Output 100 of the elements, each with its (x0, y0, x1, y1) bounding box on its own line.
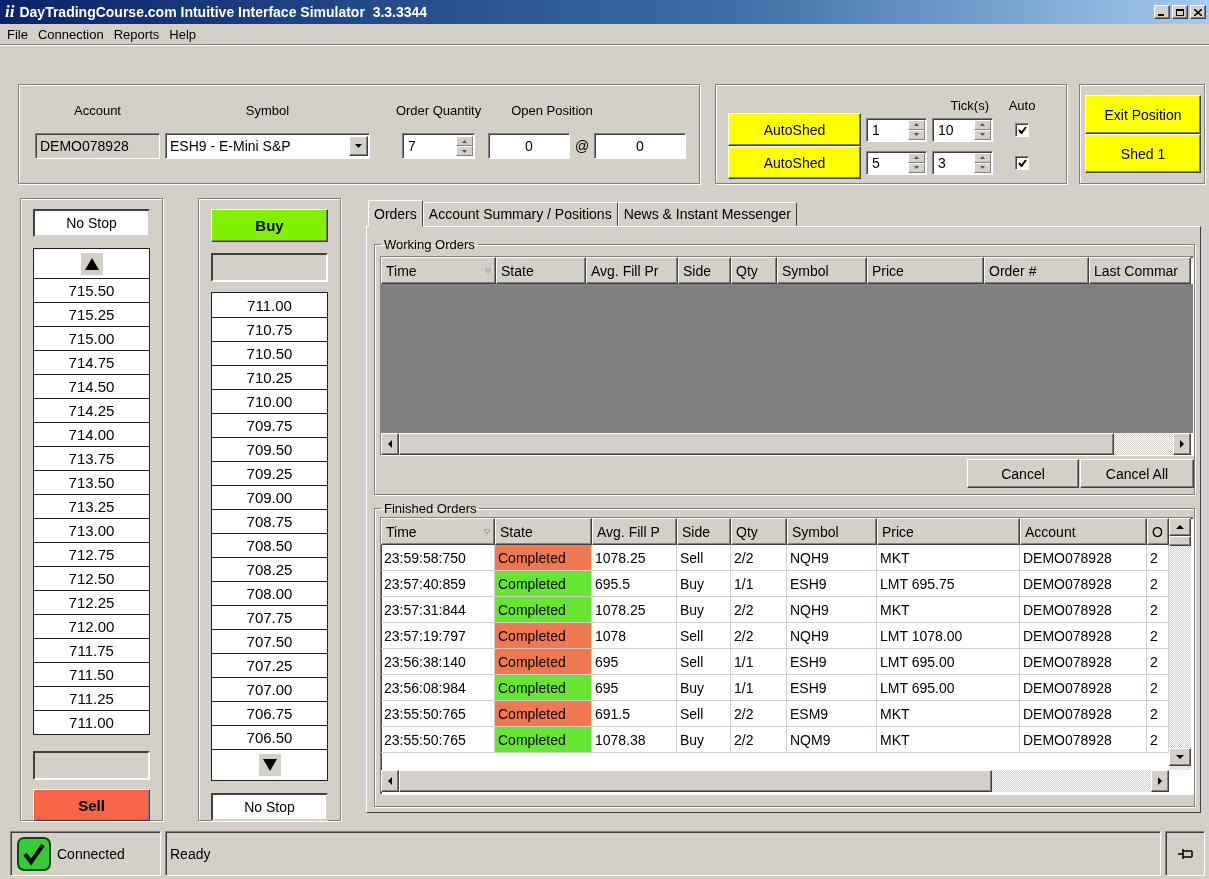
price-level[interactable]: 707.50 (212, 629, 327, 653)
price-level[interactable]: 714.75 (34, 350, 149, 374)
column-header[interactable]: Symbol (777, 257, 867, 284)
vertical-scrollbar[interactable] (1169, 518, 1191, 770)
price-level[interactable]: 715.25 (34, 302, 149, 326)
spin-down-button[interactable] (974, 129, 991, 140)
price-level[interactable]: 709.00 (212, 485, 327, 509)
autoshed-button[interactable]: AutoShed (728, 113, 861, 146)
autoshed-button[interactable]: AutoShed (728, 146, 861, 179)
price-level[interactable]: 713.50 (34, 470, 149, 494)
stop-field[interactable]: No Stop (211, 793, 328, 821)
price-level[interactable]: 709.50 (212, 437, 327, 461)
column-header[interactable]: State (496, 257, 586, 284)
action-button[interactable]: Exit Position (1085, 95, 1201, 134)
column-header[interactable]: Price (867, 257, 984, 284)
price-level[interactable]: 707.75 (212, 605, 327, 629)
price-level[interactable]: 709.75 (212, 413, 327, 437)
spin-up-button[interactable] (456, 136, 473, 146)
checkbox[interactable] (1015, 122, 1029, 137)
price-level[interactable]: 711.75 (34, 638, 149, 662)
dropdown-button[interactable] (349, 136, 368, 156)
sell-button[interactable]: Sell (33, 789, 150, 821)
price-level[interactable]: 712.75 (34, 542, 149, 566)
price-level[interactable]: 713.75 (34, 446, 149, 470)
price-level[interactable]: 707.00 (212, 677, 327, 701)
column-header[interactable]: Qty (731, 257, 777, 284)
price-level[interactable]: 715.50 (34, 278, 149, 302)
price-level[interactable]: 711.25 (34, 686, 149, 710)
tab[interactable]: Account Summary / Positions (422, 202, 618, 226)
spin-up-button[interactable] (974, 119, 991, 130)
spin-down-button[interactable] (908, 129, 925, 140)
checkbox[interactable] (1015, 155, 1029, 170)
number-spinner[interactable]: 5 (866, 150, 927, 175)
price-level[interactable]: 713.00 (34, 518, 149, 542)
number-spinner[interactable]: 10 (932, 117, 993, 142)
maximize-button[interactable] (1172, 5, 1188, 19)
number-spinner[interactable]: 7 (402, 133, 475, 159)
price-level[interactable]: 711.00 (34, 710, 149, 734)
price-level[interactable]: 708.00 (212, 581, 327, 605)
price-level[interactable]: 715.00 (34, 326, 149, 350)
price-level[interactable]: 711.00 (212, 293, 327, 317)
minimize-button[interactable] (1154, 5, 1170, 19)
cancel-button[interactable]: Cancel All (1080, 459, 1194, 488)
column-header[interactable]: Avg. Fill P (592, 518, 677, 545)
spin-up-button[interactable] (974, 152, 991, 163)
price-level[interactable]: 712.25 (34, 590, 149, 614)
column-header[interactable]: Symbol (787, 518, 877, 545)
horizontal-scrollbar[interactable] (381, 770, 1169, 792)
tab[interactable]: Orders (368, 200, 423, 227)
buy-button[interactable]: Buy (211, 209, 328, 242)
column-header[interactable]: State (495, 518, 592, 545)
column-header[interactable]: Time (381, 257, 496, 284)
tab[interactable]: News & Instant Messenger (617, 202, 797, 226)
spin-up-button[interactable] (908, 119, 925, 130)
price-level[interactable]: 710.75 (212, 317, 327, 341)
close-button[interactable] (1190, 5, 1206, 19)
price-level[interactable]: 708.75 (212, 509, 327, 533)
cancel-button[interactable]: Cancel (967, 459, 1079, 488)
menu-item[interactable]: File (2, 26, 33, 42)
scroll-right-button[interactable] (1151, 770, 1169, 792)
price-level[interactable]: 707.25 (212, 653, 327, 677)
scroll-down-button[interactable] (258, 754, 281, 776)
scroll-left-button[interactable] (381, 770, 399, 792)
spin-down-button[interactable] (456, 146, 473, 156)
column-header[interactable]: Order # (984, 257, 1089, 284)
scroll-thumb[interactable] (1169, 536, 1191, 546)
scroll-up-button[interactable] (80, 252, 103, 275)
column-header[interactable]: Account (1020, 518, 1147, 545)
price-level[interactable]: 711.50 (34, 662, 149, 686)
scroll-left-button[interactable] (381, 433, 399, 455)
menu-item[interactable]: Reports (108, 26, 165, 42)
spin-up-button[interactable] (908, 152, 925, 163)
column-header[interactable]: O (1147, 518, 1169, 545)
price-level[interactable]: 714.50 (34, 374, 149, 398)
scroll-thumb[interactable] (399, 770, 992, 792)
scroll-up-button[interactable] (1169, 518, 1191, 536)
column-header[interactable]: Qty (731, 518, 787, 545)
price-level[interactable]: 706.50 (212, 725, 327, 749)
column-header[interactable]: Time (381, 518, 495, 545)
price-level[interactable]: 708.25 (212, 557, 327, 581)
price-level[interactable]: 714.25 (34, 398, 149, 422)
number-spinner[interactable]: 1 (866, 117, 927, 142)
stop-field[interactable]: No Stop (33, 209, 150, 237)
price-level[interactable]: 713.25 (34, 494, 149, 518)
menu-item[interactable]: Help (164, 26, 201, 42)
price-level[interactable]: 708.50 (212, 533, 327, 557)
menu-item[interactable]: Connection (32, 26, 109, 42)
scroll-down-button[interactable] (1169, 748, 1191, 766)
spin-down-button[interactable] (974, 162, 991, 173)
price-level[interactable]: 709.25 (212, 461, 327, 485)
column-header[interactable]: Side (677, 518, 731, 545)
action-button[interactable]: Shed 1 (1085, 134, 1201, 173)
price-level[interactable]: 710.50 (212, 341, 327, 365)
price-level[interactable]: 714.00 (34, 422, 149, 446)
column-header[interactable]: Price (877, 518, 1020, 545)
column-header[interactable]: Last Commar (1089, 257, 1191, 284)
column-header[interactable]: Avg. Fill Pr (586, 257, 678, 284)
spin-down-button[interactable] (908, 162, 925, 173)
number-spinner[interactable]: 3 (932, 150, 993, 175)
column-header[interactable]: Side (678, 257, 731, 284)
